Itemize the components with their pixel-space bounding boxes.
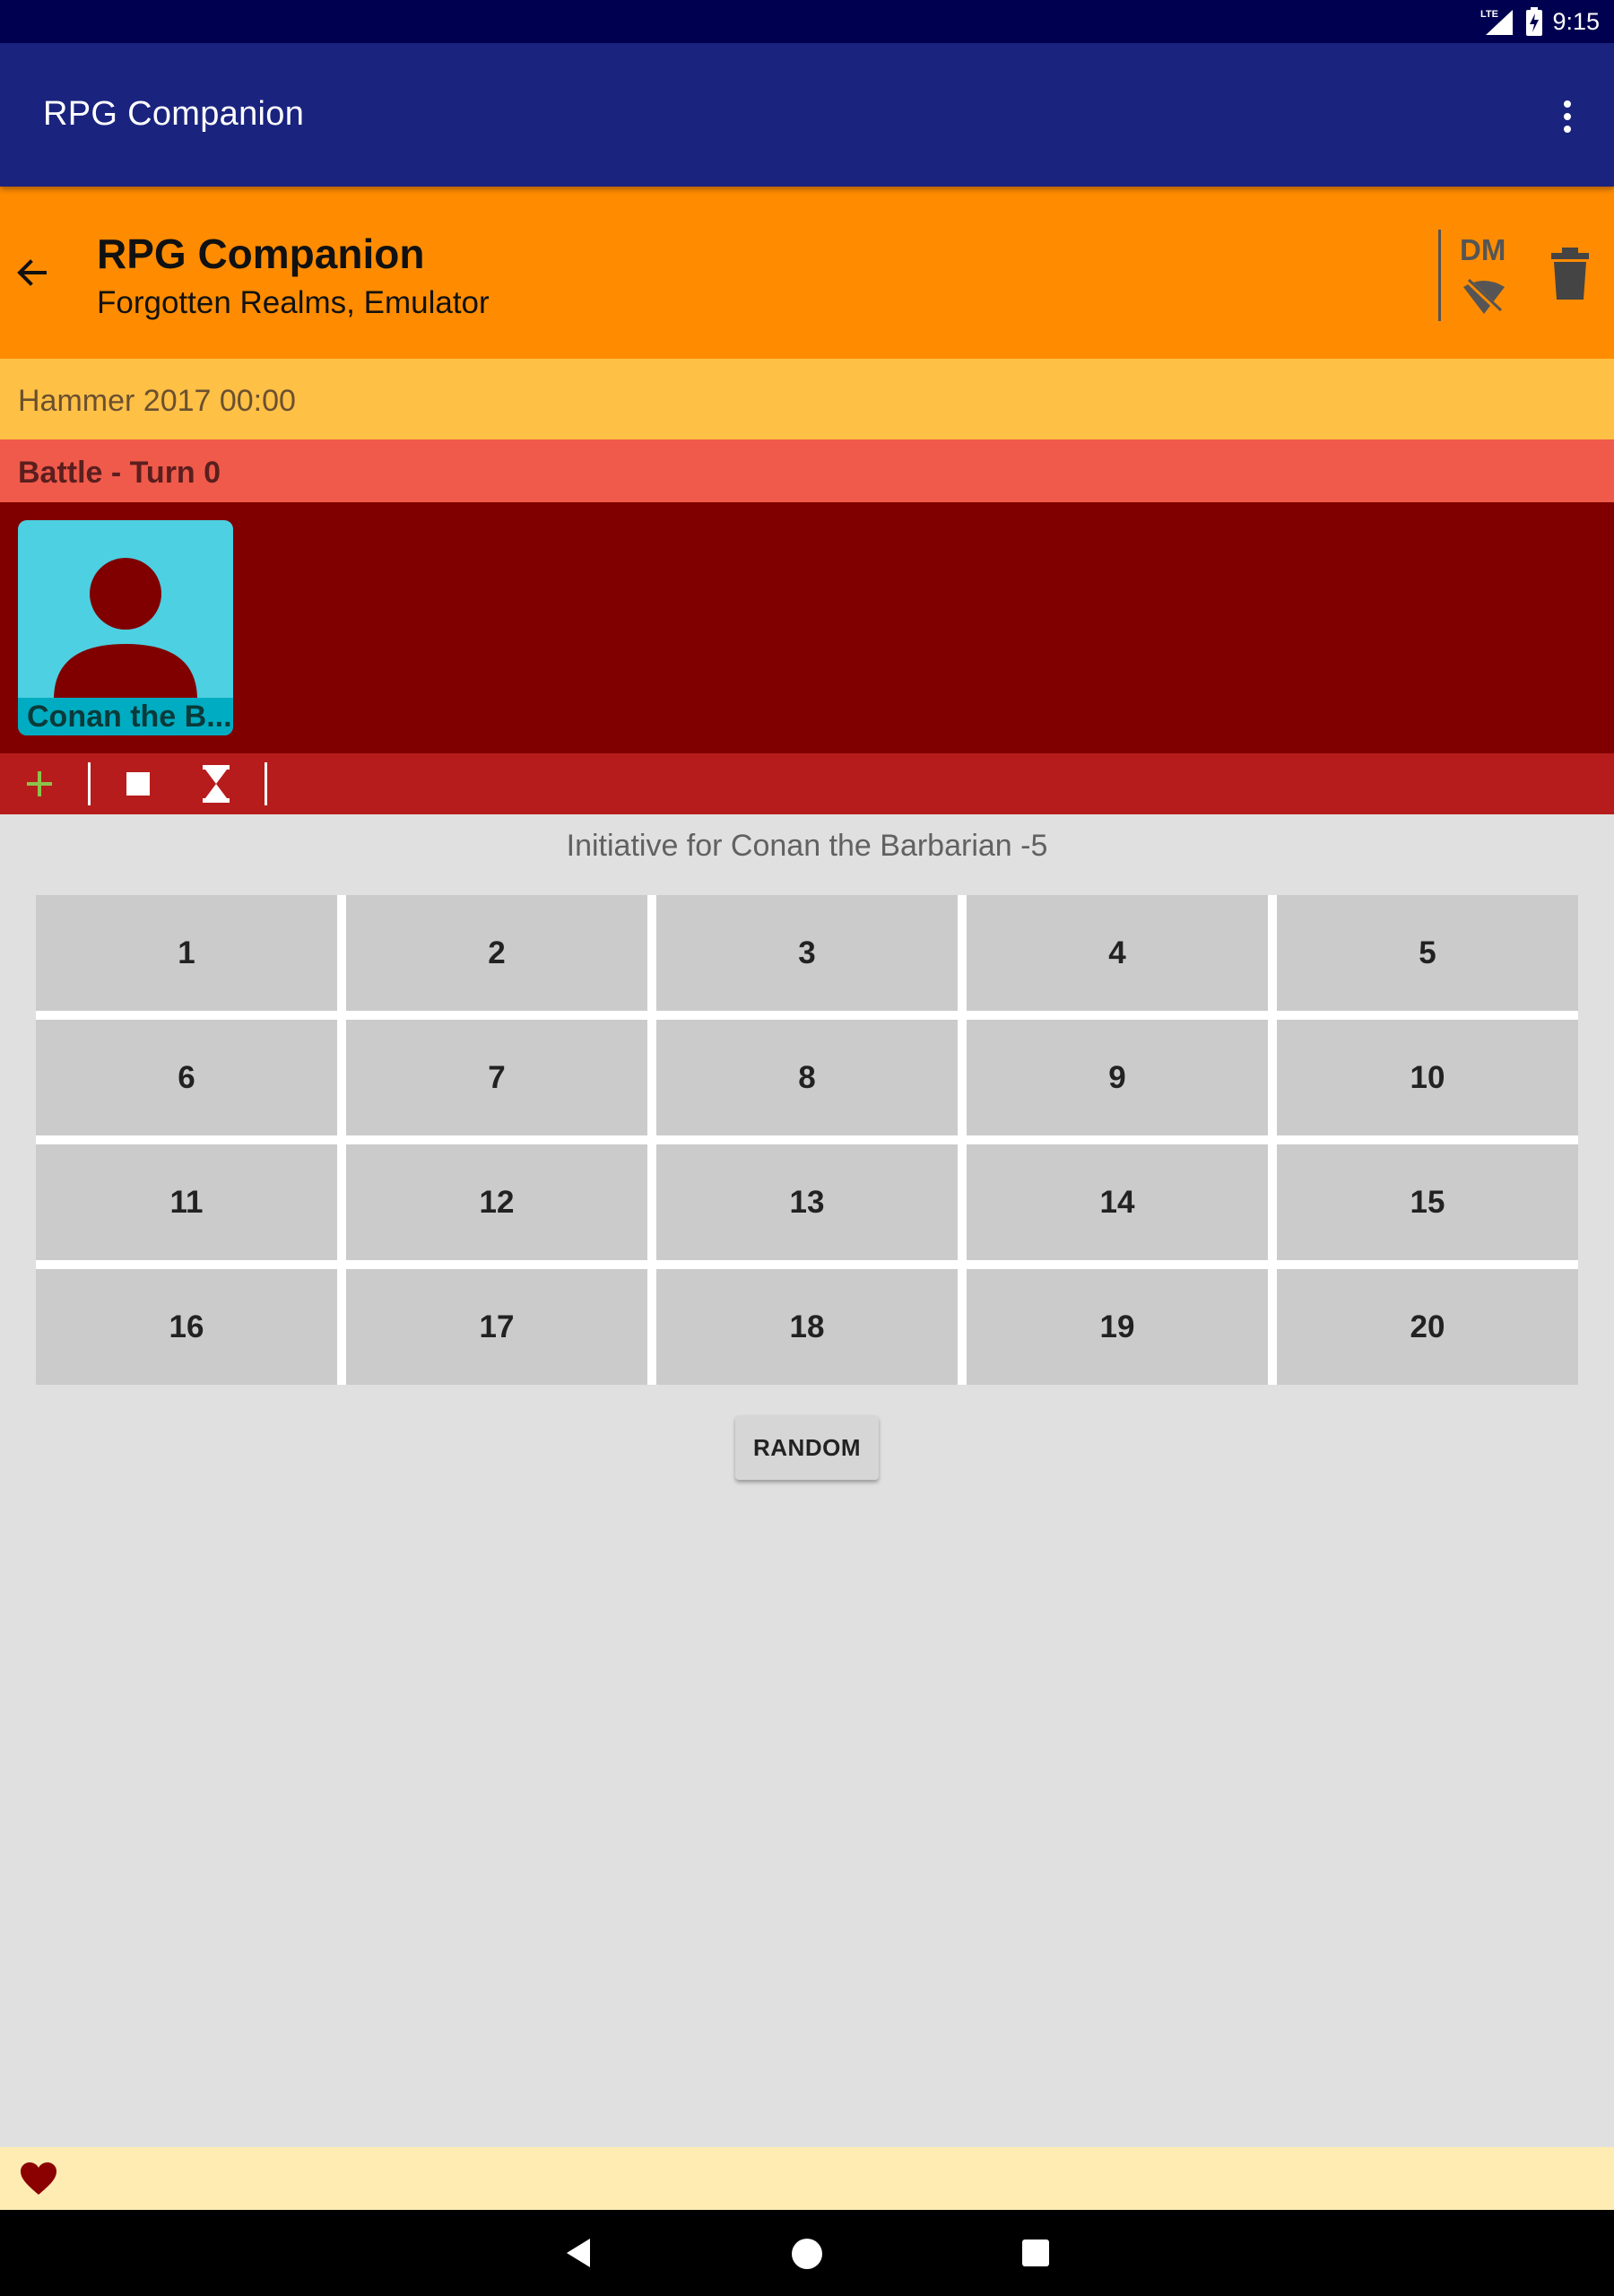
divider [1438, 230, 1441, 321]
nav-recents-icon[interactable] [1022, 2239, 1049, 2266]
initiative-button-20[interactable]: 20 [1277, 1269, 1578, 1385]
avatar-icon [54, 558, 197, 700]
toolbar-divider [265, 762, 267, 805]
initiative-button-19[interactable]: 19 [967, 1269, 1268, 1385]
initiative-button-9[interactable]: 9 [967, 1020, 1268, 1135]
battle-toolbar [0, 753, 1614, 814]
system-nav-bar [0, 2210, 1614, 2296]
initiative-button-2[interactable]: 2 [346, 895, 647, 1011]
svg-text:LTE: LTE [1480, 9, 1498, 20]
random-button[interactable]: RANDOM [735, 1415, 879, 1480]
hourglass-icon[interactable] [203, 765, 230, 803]
initiative-button-13[interactable]: 13 [656, 1144, 958, 1260]
campaign-title: RPG Companion [97, 230, 425, 277]
initiative-button-11[interactable]: 11 [36, 1144, 337, 1260]
footer-bar [0, 2147, 1614, 2210]
app-title: RPG Companion [43, 95, 305, 133]
dm-label[interactable]: DM [1460, 233, 1506, 267]
initiative-button-16[interactable]: 16 [36, 1269, 337, 1385]
overflow-menu-icon[interactable] [1557, 97, 1578, 136]
initiative-button-7[interactable]: 7 [346, 1020, 647, 1135]
campaign-subtitle: Forgotten Realms, Emulator [97, 285, 490, 320]
combatant-card[interactable]: Conan the B... [18, 520, 233, 735]
status-time: 9:15 [1552, 7, 1600, 35]
initiative-number-grid: 1 2 3 4 5 6 7 8 9 10 11 12 13 14 15 16 1… [36, 895, 1578, 1385]
battery-charging-icon [1526, 7, 1543, 36]
initiative-button-17[interactable]: 17 [346, 1269, 647, 1385]
initiative-button-4[interactable]: 4 [967, 895, 1268, 1011]
status-indicators: LTE 9:15 [1480, 5, 1600, 38]
date-bar: Hammer 2017 00:00 [0, 359, 1614, 439]
initiative-button-6[interactable]: 6 [36, 1020, 337, 1135]
status-bar: LTE 9:15 [0, 0, 1614, 43]
app-bar: RPG Companion [0, 43, 1614, 187]
initiative-button-12[interactable]: 12 [346, 1144, 647, 1260]
toolbar-divider [88, 762, 91, 805]
initiative-button-8[interactable]: 8 [656, 1020, 958, 1135]
combatant-name: Conan the B... [18, 698, 233, 735]
initiative-button-5[interactable]: 5 [1277, 895, 1578, 1011]
nav-home-icon[interactable] [792, 2239, 822, 2269]
initiative-button-1[interactable]: 1 [36, 895, 337, 1011]
date-text: Hammer 2017 00:00 [18, 384, 296, 418]
initiative-button-18[interactable]: 18 [656, 1269, 958, 1385]
combatant-list: Conan the B... [0, 502, 1614, 753]
initiative-button-15[interactable]: 15 [1277, 1144, 1578, 1260]
heart-icon[interactable] [20, 2161, 57, 2196]
nav-back-icon[interactable] [563, 2237, 594, 2269]
add-icon[interactable] [22, 766, 57, 802]
initiative-button-10[interactable]: 10 [1277, 1020, 1578, 1135]
battle-bar: Battle - Turn 0 [0, 439, 1614, 502]
wifi-off-icon[interactable] [1462, 276, 1506, 316]
stop-icon[interactable] [126, 772, 150, 796]
battle-turn: Battle - Turn 0 [18, 456, 221, 490]
back-arrow-icon[interactable] [13, 253, 52, 292]
trash-icon[interactable] [1549, 246, 1591, 301]
initiative-label: Initiative for Conan the Barbarian -5 [566, 829, 1048, 863]
campaign-header: RPG Companion Forgotten Realms, Emulator… [0, 187, 1614, 359]
signal-icon: LTE [1480, 9, 1514, 35]
initiative-button-14[interactable]: 14 [967, 1144, 1268, 1260]
initiative-button-3[interactable]: 3 [656, 895, 958, 1011]
